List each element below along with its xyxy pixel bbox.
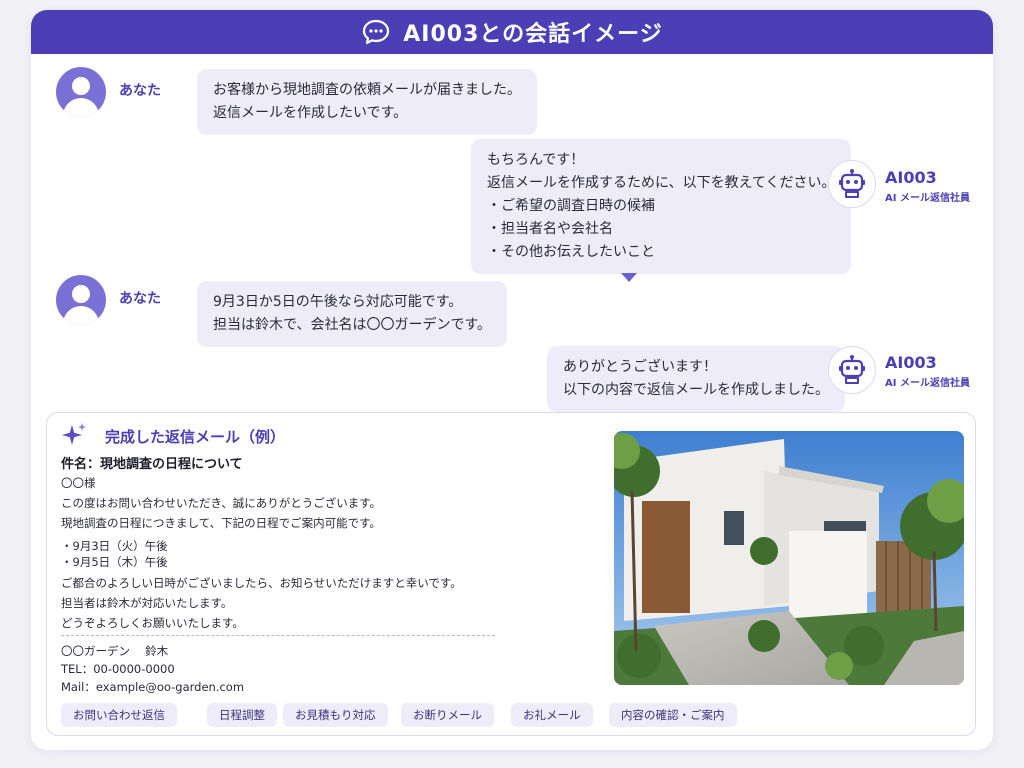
result-title: 完成した返信メール（例） bbox=[105, 428, 286, 446]
message-line: お客様から現地調査の依頼メールが届きました。 bbox=[213, 82, 521, 98]
tag-decline-mail[interactable]: お断りメール bbox=[401, 703, 494, 727]
robot-icon bbox=[828, 346, 876, 394]
message-line: もちろんです！ bbox=[487, 152, 585, 168]
bot-message-bubble: もちろんです！ 返信メールを作成するために、以下を教えてください。 ・ご希望の調… bbox=[471, 139, 852, 274]
completed-mail-panel: 完成した返信メール（例） 件名：現地調査の日程について 〇〇様 この度はお問い合… bbox=[46, 412, 976, 736]
tag-confirmation-guide[interactable]: 内容の確認・ご案内 bbox=[609, 703, 737, 727]
message-line: ありがとうございます！ bbox=[563, 359, 717, 375]
signature-line: Mail：example@oo-garden.com bbox=[61, 680, 245, 694]
user-name: あなた bbox=[119, 83, 161, 99]
mail-line: ご都合のよろしい日時がございましたら、お知らせいただけますと幸いです。 bbox=[61, 576, 462, 590]
flow-arrow-icon bbox=[621, 273, 637, 282]
signature-line: 〇〇ガーデン 鈴木 bbox=[61, 644, 169, 658]
user-message-bubble: お客様から現地調査の依頼メールが届きました。 返信メールを作成したいです。 bbox=[197, 69, 537, 135]
mail-subject: 件名：現地調査の日程について bbox=[61, 457, 243, 472]
header-bar: AI003との会話イメージ bbox=[31, 10, 993, 54]
message-line: 以下の内容で返信メールを作成しました。 bbox=[563, 382, 829, 398]
message-line: 返信メールを作成したいです。 bbox=[213, 105, 408, 121]
robot-icon bbox=[828, 160, 876, 208]
message-line: ・ご希望の調査日時の候補 bbox=[487, 198, 655, 214]
mail-line: どうぞよろしくお願いいたします。 bbox=[61, 616, 244, 630]
bot-name: AI003 bbox=[885, 353, 937, 372]
mail-divider bbox=[61, 635, 495, 636]
chat-bubble-icon bbox=[363, 19, 390, 45]
tag-schedule-adjustment[interactable]: 日程調整 bbox=[207, 703, 277, 727]
signature-line: TEL：00-0000-0000 bbox=[61, 662, 175, 676]
message-line: ・その他お伝えしたいこと bbox=[487, 244, 655, 260]
tag-inquiry-reply[interactable]: お問い合わせ返信 bbox=[61, 703, 177, 727]
modern-white-house-photo bbox=[614, 431, 964, 685]
page-title: AI003との会話イメージ bbox=[403, 22, 663, 47]
conversation-card: AI003との会話イメージ あなた お客様から現地調査の依頼メールが届きました。… bbox=[31, 10, 993, 750]
user-avatar-icon bbox=[56, 67, 106, 117]
message-line: 9月3日か5日の午後なら対応可能です。 bbox=[213, 294, 463, 310]
message-line: 担当は鈴木で、会社名は〇〇ガーデンです。 bbox=[213, 317, 492, 333]
user-avatar-icon bbox=[56, 275, 106, 325]
user-message-bubble: 9月3日か5日の午後なら対応可能です。 担当は鈴木で、会社名は〇〇ガーデンです。 bbox=[197, 281, 508, 347]
mail-line: ・9月3日（火）午後 bbox=[61, 539, 168, 553]
mail-line: 〇〇様 bbox=[61, 476, 96, 490]
mail-line: 担当者は鈴木が対応いたします。 bbox=[61, 596, 233, 610]
bot-role: AI メール返信社員 bbox=[885, 378, 970, 389]
mail-line: ・9月5日（木）午後 bbox=[61, 555, 168, 569]
sparkle-icon bbox=[62, 423, 86, 445]
user-name: あなた bbox=[119, 291, 161, 307]
tag-thanks-mail[interactable]: お礼メール bbox=[511, 703, 593, 727]
bot-name: AI003 bbox=[885, 168, 937, 187]
bot-role: AI メール返信社員 bbox=[885, 193, 970, 204]
mail-line: この度はお問い合わせいただき、誠にありがとうございます。 bbox=[61, 496, 382, 510]
tag-estimate-response[interactable]: お見積もり対応 bbox=[283, 703, 388, 727]
message-line: 返信メールを作成するために、以下を教えてください。 bbox=[487, 175, 836, 191]
mail-line: 現地調査の日程につきまして、下記の日程でご案内可能です。 bbox=[61, 516, 381, 530]
message-line: ・担当者名や会社名 bbox=[487, 221, 613, 237]
bot-message-bubble: ありがとうございます！ 以下の内容で返信メールを作成しました。 bbox=[547, 346, 845, 412]
